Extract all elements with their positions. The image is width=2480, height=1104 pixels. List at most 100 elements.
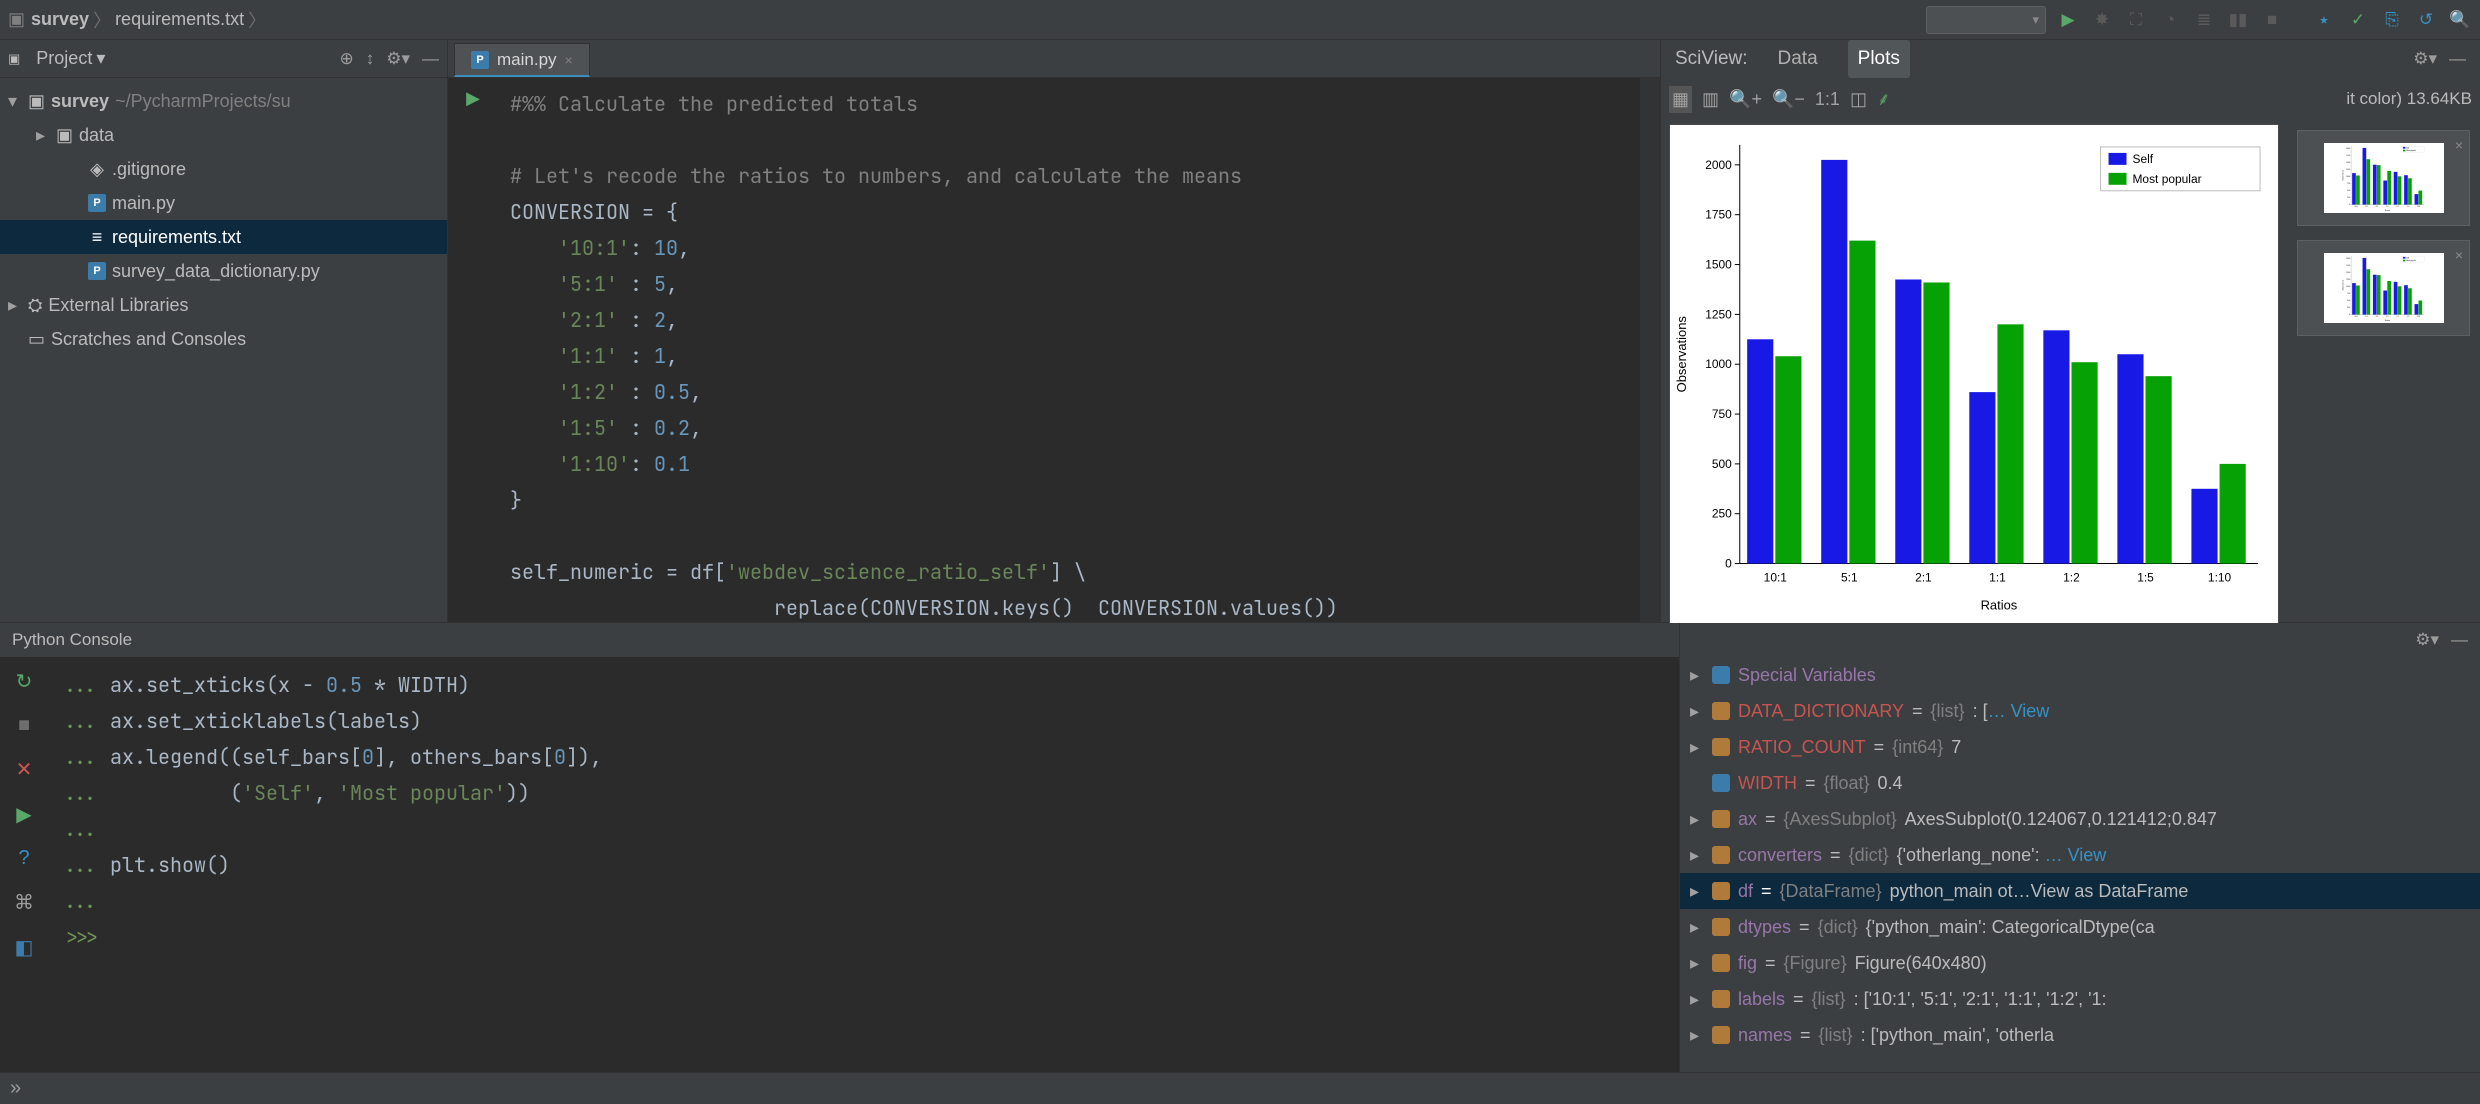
variable-name: DATA_DICTIONARY	[1738, 701, 1904, 722]
variable-row[interactable]: ▸ df = {DataFrame} python_main ot…View a…	[1680, 873, 2480, 909]
chevron-right-icon[interactable]: ▸	[8, 295, 22, 316]
close-icon[interactable]: ×	[565, 52, 573, 68]
chevron-right-icon[interactable]: ▸	[1690, 737, 1704, 758]
chevron-right-icon[interactable]: ▸	[1690, 881, 1704, 902]
expand-icon[interactable]: ↕	[366, 49, 375, 69]
debug-icon[interactable]: ✸	[2090, 8, 2114, 32]
svg-text:2:1: 2:1	[1915, 570, 1932, 584]
rerun-icon[interactable]: ↻	[16, 669, 33, 694]
show-toolwindows-icon[interactable]: »	[10, 1077, 21, 1100]
chevron-right-icon[interactable]: ▸	[1690, 917, 1704, 938]
variable-row[interactable]: ▸ dtypes = {dict} {'python_main': Catego…	[1680, 909, 2480, 945]
breadcrumb[interactable]: ▣ survey 〉 requirements.txt 〉	[8, 7, 266, 33]
console-input-area[interactable]: ... ax.set_xticks(x - 0.5 * WIDTH) ... a…	[48, 657, 1679, 1072]
breadcrumb-file[interactable]: requirements.txt	[115, 9, 244, 30]
tree-root[interactable]: ▾ ▣ survey ~/PycharmProjects/su	[0, 84, 447, 118]
gear-icon[interactable]: ⚙▾	[386, 49, 410, 69]
variable-row[interactable]: ▸ converters = {dict} {'otherlang_none':…	[1680, 837, 2480, 873]
fit-icon[interactable]: ▦	[1669, 86, 1692, 113]
chevron-right-icon[interactable]: ▸	[1690, 809, 1704, 830]
editor-area: P main.py × ▶ #%% Calculate the predicte…	[448, 40, 1660, 622]
gear-icon[interactable]: ⚙▾	[2415, 630, 2439, 650]
chevron-right-icon[interactable]: ▸	[1690, 665, 1704, 686]
run-icon[interactable]: ▶	[16, 802, 31, 827]
plot-thumbnails: × ×	[2287, 120, 2480, 632]
variable-row[interactable]: WIDTH = {float} 0.4	[1680, 765, 2480, 801]
one-to-one-icon[interactable]: 1:1	[1815, 89, 1840, 110]
run-config-selector[interactable]: ▾	[1926, 6, 2046, 34]
chevron-right-icon[interactable]: ▸	[1690, 1025, 1704, 1046]
variables-list[interactable]: ▸ Special Variables ▸ DATA_DICTIONARY = …	[1680, 657, 2480, 1072]
zoom-out-icon[interactable]: 🔍−	[1772, 89, 1805, 110]
chevron-right-icon[interactable]: ▸	[1690, 701, 1704, 722]
chevron-right-icon[interactable]: ▸	[36, 125, 50, 146]
svg-text:Observations: Observations	[1674, 316, 1689, 392]
tree-folder-data[interactable]: ▸ ▣ data	[0, 118, 447, 152]
run-icon[interactable]: ▶	[2056, 8, 2080, 32]
tab-plots[interactable]: Plots	[1848, 40, 1910, 78]
profile-icon[interactable]: ◔	[2158, 8, 2182, 32]
tree-file-requirements[interactable]: · ≡ requirements.txt	[0, 220, 447, 254]
target-icon[interactable]: ⊕	[339, 49, 353, 69]
help-icon[interactable]: ?	[18, 847, 29, 870]
variable-name: labels	[1738, 989, 1785, 1010]
eyedropper-icon[interactable]: ⸙	[1877, 87, 1891, 111]
chevron-right-icon[interactable]: ▸	[1690, 989, 1704, 1010]
project-root-name: survey	[51, 91, 109, 112]
history-icon[interactable]: ↺	[2414, 8, 2438, 32]
run-cell-icon[interactable]: ▶	[466, 88, 480, 109]
sciview-tabs: SciView: Data Plots ⚙▾ —	[1661, 40, 2480, 78]
search-icon[interactable]: 🔍	[2448, 8, 2472, 32]
project-tree[interactable]: ▾ ▣ survey ~/PycharmProjects/su ▸ ▣ data…	[0, 78, 447, 362]
plot-canvas[interactable]: 025050075010001250150017502000Observatio…	[1669, 124, 2279, 624]
python-icon[interactable]: ◧	[15, 935, 34, 960]
tab-data[interactable]: Data	[1768, 40, 1828, 78]
chevron-down-icon[interactable]: ▾	[8, 91, 22, 112]
tree-file-gitignore[interactable]: · ◈ .gitignore	[0, 152, 447, 186]
variable-name: WIDTH	[1738, 773, 1797, 794]
hide-icon[interactable]: —	[2451, 630, 2468, 650]
tab-main-py[interactable]: P main.py ×	[454, 43, 590, 77]
variable-row[interactable]: ▸ names = {list} : ['python_main', 'othe…	[1680, 1017, 2480, 1053]
close-icon[interactable]: ×	[2455, 247, 2463, 263]
git-commit-icon[interactable]: ✓	[2346, 8, 2370, 32]
grid-icon[interactable]: ◫	[1850, 89, 1867, 110]
attach-icon[interactable]: ▮▮	[2226, 8, 2250, 32]
tree-file-main-py[interactable]: · P main.py	[0, 186, 447, 220]
chevron-right-icon[interactable]: ▸	[1690, 845, 1704, 866]
concurrency-icon[interactable]: ≣	[2192, 8, 2216, 32]
git-push-icon[interactable]: ⎘	[2380, 8, 2404, 32]
tree-external-libraries[interactable]: ▸ ⛭ External Libraries	[0, 288, 447, 322]
chevron-right-icon[interactable]: ▸	[1690, 953, 1704, 974]
variable-row[interactable]: ▸ fig = {Figure} Figure(640x480)	[1680, 945, 2480, 981]
tree-scratches[interactable]: · ▭ Scratches and Consoles	[0, 322, 447, 356]
actual-size-icon[interactable]: ▥	[1702, 89, 1719, 110]
variable-row[interactable]: ▸ ax = {AxesSubplot} AxesSubplot(0.12406…	[1680, 801, 2480, 837]
project-view-selector[interactable]: Project ▾	[28, 44, 113, 73]
stop-icon[interactable]: ■	[2260, 8, 2284, 32]
hide-icon[interactable]: —	[422, 49, 439, 69]
editor-gutter[interactable]: ▶	[448, 78, 498, 622]
variable-row[interactable]: ▸ Special Variables	[1680, 657, 2480, 693]
editor-minimap-gutter[interactable]	[1640, 78, 1660, 622]
zoom-in-icon[interactable]: 🔍+	[1729, 89, 1762, 110]
breadcrumb-project[interactable]: survey	[31, 9, 89, 30]
settings-icon[interactable]: ⌘	[14, 890, 34, 915]
hide-icon[interactable]: —	[2449, 49, 2466, 69]
tab-label: main.py	[497, 50, 557, 70]
folder-icon: ▣	[28, 91, 45, 112]
stop-icon[interactable]: ■	[18, 714, 30, 737]
git-pull-icon[interactable]: ⭑	[2312, 8, 2336, 32]
close-icon[interactable]: ✕	[16, 757, 33, 782]
gear-icon[interactable]: ⚙▾	[2413, 49, 2437, 69]
plot-thumbnail[interactable]: ×	[2297, 240, 2470, 336]
console-header[interactable]: Python Console	[0, 623, 1679, 657]
coverage-icon[interactable]: ⛶	[2124, 8, 2148, 32]
tree-file-survey-data-dict[interactable]: · P survey_data_dictionary.py	[0, 254, 447, 288]
variable-row[interactable]: ▸ RATIO_COUNT = {int64} 7	[1680, 729, 2480, 765]
code-editor[interactable]: #%% Calculate the predicted totals # Let…	[498, 78, 1640, 622]
variable-row[interactable]: ▸ labels = {list} : ['10:1', '5:1', '2:1…	[1680, 981, 2480, 1017]
variable-row[interactable]: ▸ DATA_DICTIONARY = {list} : [… View	[1680, 693, 2480, 729]
plot-thumbnail[interactable]: ×	[2297, 130, 2470, 226]
close-icon[interactable]: ×	[2455, 137, 2463, 153]
